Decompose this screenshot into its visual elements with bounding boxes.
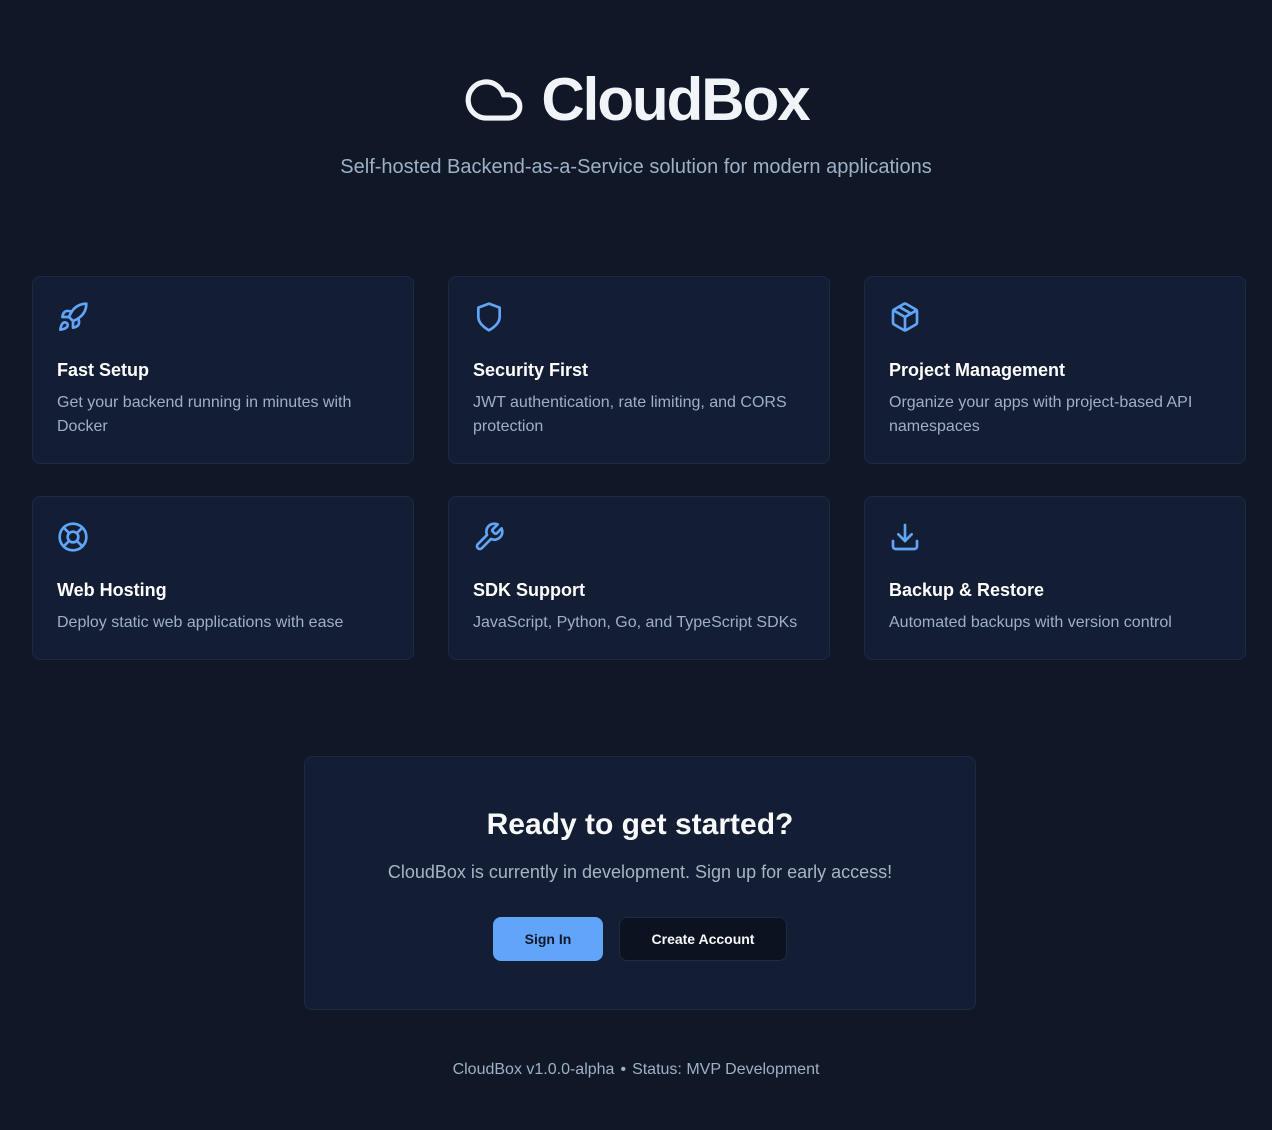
feature-card-sdk-support: SDK Support JavaScript, Python, Go, and … (448, 496, 830, 660)
package-icon (891, 302, 919, 332)
cta-title: Ready to get started? (486, 808, 794, 841)
cloud-icon (465, 79, 523, 121)
download-icon (891, 523, 919, 551)
app-tagline: Self-hosted Backend-as-a-Service solutio… (340, 156, 932, 178)
footer-separator: • (620, 1061, 627, 1078)
footer: CloudBox v1.0.0-alpha • Status: MVP Develo… (0, 1059, 1272, 1081)
feature-description: Automated backups with version control (889, 614, 1172, 631)
wrench-icon (475, 522, 504, 551)
feature-card-fast-setup: Fast Setup Get your backend running in m… (32, 276, 414, 464)
feature-card-web-hosting: Web Hosting Deploy static web applicatio… (32, 496, 414, 660)
create-account-button[interactable]: Create Account (619, 917, 787, 961)
lifebuoy-icon (58, 522, 88, 552)
footer-status: Status: MVP Development (632, 1061, 820, 1078)
feature-title: Backup & Restore (889, 580, 1045, 600)
feature-description: JWT authentication, rate limiting, and C… (473, 394, 787, 435)
cta-button-group: Sign In Create Account (305, 917, 975, 961)
feature-title: Fast Setup (57, 360, 150, 380)
brand-header: CloudBox (0, 68, 1272, 132)
shield-icon (477, 302, 501, 332)
feature-title: Project Management (889, 360, 1066, 380)
feature-description: Deploy static web applications with ease (57, 614, 344, 631)
feature-description: JavaScript, Python, Go, and TypeScript S… (473, 614, 798, 631)
cta-subtitle: CloudBox is currently in development. Si… (387, 862, 893, 882)
app-title: CloudBox (541, 66, 810, 133)
feature-title: Security First (473, 360, 589, 380)
cta-panel: Ready to get started? CloudBox is curren… (304, 756, 976, 1010)
feature-card-backup-restore: Backup & Restore Automated backups with … (864, 496, 1246, 660)
footer-version: CloudBox v1.0.0-alpha (452, 1061, 615, 1078)
feature-title: SDK Support (473, 580, 585, 600)
rocket-icon (59, 302, 88, 331)
feature-description: Get your backend running in minutes with… (57, 394, 352, 435)
feature-card-project-management: Project Management Organize your apps wi… (864, 276, 1246, 464)
feature-description: Organize your apps with project-based AP… (889, 394, 1193, 435)
sign-in-button[interactable]: Sign In (493, 917, 603, 961)
feature-card-security-first: Security First JWT authentication, rate … (448, 276, 830, 464)
feature-title: Web Hosting (57, 580, 167, 600)
